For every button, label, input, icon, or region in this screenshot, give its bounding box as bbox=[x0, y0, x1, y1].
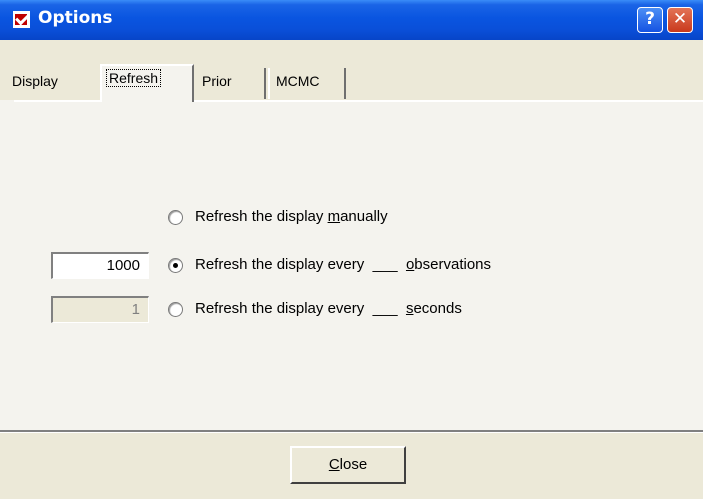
tab-label: Refresh bbox=[106, 69, 162, 87]
help-button[interactable]: ? bbox=[637, 7, 663, 33]
tab-label: Display bbox=[12, 73, 58, 89]
radio-manual-label[interactable]: Refresh the display manually bbox=[195, 208, 388, 225]
seconds-input: 1 bbox=[51, 296, 149, 323]
tab-label: Prior bbox=[202, 73, 232, 89]
tab-mcmc[interactable]: MCMC bbox=[268, 68, 346, 99]
radio-observations[interactable] bbox=[168, 258, 183, 273]
tab-prior[interactable]: Prior bbox=[196, 68, 266, 99]
radio-seconds-label[interactable]: Refresh the display every ___ seconds bbox=[195, 300, 462, 317]
close-icon: ✕ bbox=[672, 9, 688, 29]
tab-label: MCMC bbox=[276, 73, 320, 89]
window-title: Options bbox=[38, 8, 113, 28]
radio-seconds[interactable] bbox=[168, 302, 183, 317]
radio-manual[interactable] bbox=[168, 210, 183, 225]
refresh-tab-page: Refresh the display manually 1000 Refres… bbox=[0, 100, 703, 430]
close-mnemonic: C bbox=[328, 456, 340, 473]
tab-refresh[interactable]: Refresh bbox=[100, 64, 194, 102]
title-close-button[interactable]: ✕ bbox=[667, 7, 693, 33]
radio-observations-label[interactable]: Refresh the display every ___ observatio… bbox=[195, 256, 491, 273]
close-button[interactable]: Close bbox=[290, 446, 406, 484]
title-bar[interactable]: Options ? ✕ bbox=[0, 0, 703, 40]
question-icon: ? bbox=[645, 9, 655, 29]
checkbox-app-icon bbox=[13, 10, 30, 28]
tab-display[interactable]: Display bbox=[6, 68, 98, 99]
footer-divider bbox=[0, 430, 703, 433]
options-dialog: Options ? ✕ Display Refresh Prior MCMC R… bbox=[0, 0, 703, 499]
observations-input[interactable]: 1000 bbox=[51, 252, 149, 279]
close-label: lose bbox=[339, 456, 368, 473]
